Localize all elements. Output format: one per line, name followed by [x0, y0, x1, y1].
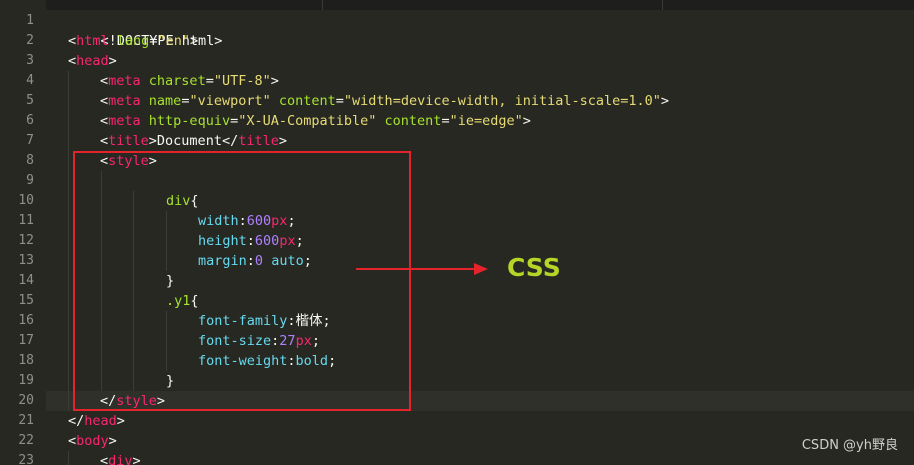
- line-number: 4: [26, 73, 34, 88]
- string-token: "en": [157, 33, 190, 49]
- bracket-token: </: [68, 413, 85, 429]
- bracket-token: >: [108, 53, 117, 69]
- tag-token: title: [238, 133, 279, 149]
- line-number: 21: [18, 413, 34, 428]
- css-highlight-box: [73, 151, 411, 411]
- line-number: 2: [26, 33, 34, 48]
- attr-token: http-equiv: [148, 113, 231, 129]
- line-number: 1: [26, 13, 34, 28]
- code-line-23[interactable]: <div>: [100, 451, 141, 465]
- attr-token: content: [384, 113, 442, 129]
- string-token: "X-UA-Compatible": [238, 113, 377, 129]
- line-number: 6: [26, 113, 34, 128]
- indent-guide: [68, 451, 69, 465]
- code-line-3[interactable]: <head>: [68, 51, 117, 71]
- code-editor[interactable]: 1 2 3 4 5 6 7 8 9 10 11 12 13 14 15 16 17 18 19 20 21 22 23 <!…: [0, 0, 914, 465]
- bracket-token: <: [100, 133, 109, 149]
- bracket-token: >: [522, 113, 531, 129]
- bracket-token: <: [100, 73, 109, 89]
- attr-token: name: [148, 93, 182, 109]
- arrow-head: [474, 263, 488, 275]
- tag-token: meta: [108, 73, 141, 89]
- bracket-token: <: [68, 433, 77, 449]
- line-number: 9: [26, 173, 34, 188]
- line-number: 14: [18, 273, 34, 288]
- code-line-1[interactable]: <!DOCTYPE html>: [68, 11, 223, 49]
- bracket-token: <: [100, 93, 109, 109]
- bracket-token: <: [100, 453, 109, 465]
- code-line-7[interactable]: <title>Document</title>: [100, 131, 287, 151]
- bracket-token: >: [148, 133, 157, 149]
- line-number: 16: [18, 313, 34, 328]
- string-token: "UTF-8": [213, 73, 271, 89]
- tag-token: head: [76, 53, 109, 69]
- attr-token: charset: [148, 73, 206, 89]
- line-number: 12: [18, 233, 34, 248]
- line-number: 7: [26, 133, 34, 148]
- attr-token: lang: [116, 33, 150, 49]
- tag-token: div: [108, 453, 133, 465]
- tag-token: meta: [108, 93, 141, 109]
- code-line-22[interactable]: <body>: [68, 431, 117, 451]
- code-line-2[interactable]: <html lang="en">: [68, 31, 198, 51]
- eq-token: =: [441, 113, 450, 129]
- bracket-token: >: [278, 133, 287, 149]
- code-line-5[interactable]: <meta name="viewport" content="width=dev…: [100, 91, 669, 111]
- bracket-token: >: [189, 33, 199, 49]
- code-line-21[interactable]: </head>: [68, 411, 125, 431]
- line-number: 18: [18, 353, 34, 368]
- bracket-token: >: [660, 93, 670, 109]
- bracket-token: >: [108, 433, 117, 449]
- eq-token: =: [230, 113, 239, 129]
- arrow-icon: [356, 263, 488, 275]
- bracket-token: >: [116, 413, 125, 429]
- bracket-token: >: [270, 73, 279, 89]
- line-number: 10: [18, 193, 34, 208]
- attr-token: content: [278, 93, 336, 109]
- tag-token: body: [76, 433, 109, 449]
- line-number: 15: [18, 293, 34, 308]
- line-number: 3: [26, 53, 34, 68]
- string-token: "ie=edge": [449, 113, 523, 129]
- bracket-token: <: [100, 113, 109, 129]
- code-line-6[interactable]: <meta http-equiv="X-UA-Compatible" conte…: [100, 111, 531, 131]
- text-token: Document: [156, 133, 222, 149]
- line-number: 8: [26, 153, 34, 168]
- bracket-token: <: [68, 33, 77, 49]
- tab-strip: [0, 0, 914, 10]
- tag-token: head: [84, 413, 117, 429]
- tag-token: meta: [108, 113, 141, 129]
- indent-guide: [68, 71, 69, 411]
- tag-token: html: [76, 33, 109, 49]
- bracket-token: </: [221, 133, 239, 149]
- line-number: 23: [18, 453, 34, 465]
- line-number: 5: [26, 93, 34, 108]
- code-line-4[interactable]: <meta charset="UTF-8">: [100, 71, 279, 91]
- eq-token: =: [335, 93, 344, 109]
- line-number: 22: [18, 433, 34, 448]
- tab-divider: [662, 0, 663, 10]
- watermark: CSDN @yh野良: [801, 438, 898, 453]
- line-number: 17: [18, 333, 34, 348]
- bracket-token: >: [132, 453, 141, 465]
- line-number: 20: [18, 393, 34, 408]
- line-number: 11: [18, 213, 34, 228]
- eq-token: =: [205, 73, 214, 89]
- string-token: "viewport": [189, 93, 271, 109]
- line-number: 19: [18, 373, 34, 388]
- string-token: "width=device-width, initial-scale=1.0": [343, 93, 661, 109]
- css-annotation-label: CSS: [507, 253, 561, 282]
- line-number: 13: [18, 253, 34, 268]
- tag-token: title: [108, 133, 149, 149]
- bracket-token: <: [68, 53, 77, 69]
- tab-divider: [322, 0, 323, 10]
